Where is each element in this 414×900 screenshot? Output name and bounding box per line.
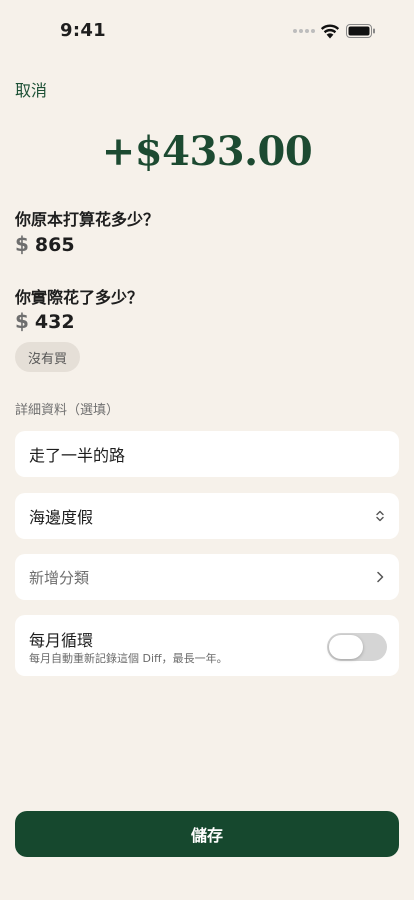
reason-value: 海邊度假: [29, 508, 94, 527]
wifi-icon: [320, 24, 340, 39]
actual-amount-value: 432: [34, 311, 75, 333]
currency-symbol: $: [15, 232, 29, 256]
details-section-label: 詳細資料（選填）: [15, 403, 120, 418]
planned-amount-value: 865: [34, 234, 75, 256]
chevron-up-down-icon: [376, 510, 384, 522]
currency-symbol: $: [15, 309, 29, 333]
diff-amount: +$433.00: [101, 128, 313, 175]
note-value: 走了一半的路: [29, 446, 126, 465]
status-bar: 9:41: [0, 0, 414, 60]
recurring-row: 每月循環 每月自動重新記錄這個 Diff，最長一年。: [15, 615, 399, 676]
actual-amount-field[interactable]: $ 432: [15, 309, 75, 333]
category-placeholder: 新增分類: [29, 568, 90, 587]
signal-dots-icon: [293, 29, 315, 33]
add-category-row[interactable]: 新增分類: [15, 554, 399, 600]
chevron-right-icon: [377, 571, 384, 583]
toggle-knob: [329, 635, 363, 659]
battery-icon: [346, 24, 375, 38]
actual-question: 你實際花了多少？: [15, 288, 144, 307]
recurring-subtitle: 每月自動重新記錄這個 Diff，最長一年。: [29, 652, 228, 665]
recurring-title: 每月循環: [29, 631, 94, 650]
note-input[interactable]: 走了一半的路: [15, 431, 399, 477]
cancel-button[interactable]: 取消: [15, 77, 47, 101]
not-bought-chip[interactable]: 沒有買: [15, 342, 80, 372]
planned-amount-field[interactable]: $ 865: [15, 232, 75, 256]
add-diff-screen: 9:41 取消 +$433.00 你原本打算花多少？ $ 865 你實際花了多少…: [0, 0, 414, 900]
reason-select[interactable]: 海邊度假: [15, 493, 399, 539]
status-time: 9:41: [60, 20, 106, 41]
recurring-toggle[interactable]: [327, 633, 387, 661]
planned-question: 你原本打算花多少？: [15, 210, 160, 229]
save-button[interactable]: 儲存: [15, 811, 399, 857]
